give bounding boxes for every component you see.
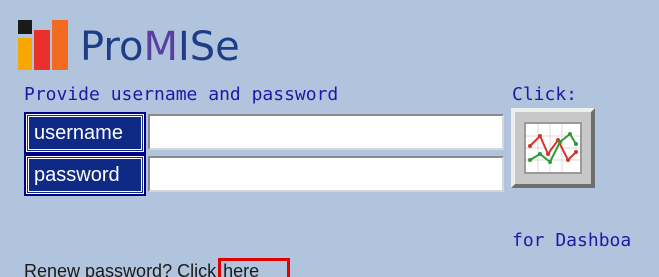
username-input[interactable] bbox=[148, 114, 504, 150]
promise-logo-icon bbox=[18, 20, 74, 70]
renew-password-line: Renew password? Click here bbox=[24, 258, 291, 277]
login-prompt: Provide username and password bbox=[24, 84, 339, 105]
renew-password-text: Renew password? Click bbox=[24, 261, 217, 277]
line-chart-icon bbox=[524, 122, 582, 174]
renew-password-link[interactable]: here bbox=[218, 258, 291, 277]
username-row: username bbox=[24, 112, 504, 154]
password-label: password bbox=[24, 154, 146, 196]
promise-logo: ProMISe bbox=[18, 20, 240, 70]
dashboard-button[interactable] bbox=[511, 108, 595, 188]
dashboard-click-label: Click: bbox=[512, 84, 578, 105]
username-label: username bbox=[24, 112, 146, 154]
password-row: password bbox=[24, 154, 504, 196]
dashboard-caption: for Dashboa bbox=[512, 230, 632, 251]
logo-block-red bbox=[34, 30, 50, 70]
logo-text: ProMISe bbox=[80, 24, 240, 70]
line-chart-svg bbox=[526, 124, 580, 172]
logo-text-m: M bbox=[143, 24, 178, 70]
logo-text-pro: Pro bbox=[80, 24, 144, 70]
logo-block-yellow bbox=[18, 38, 32, 70]
logo-block-orange bbox=[52, 20, 68, 70]
login-page: ProMISe Provide username and password Cl… bbox=[0, 0, 659, 277]
logo-block-dark bbox=[18, 20, 32, 34]
logo-text-ise: ISe bbox=[177, 24, 240, 70]
password-input[interactable] bbox=[148, 156, 504, 192]
